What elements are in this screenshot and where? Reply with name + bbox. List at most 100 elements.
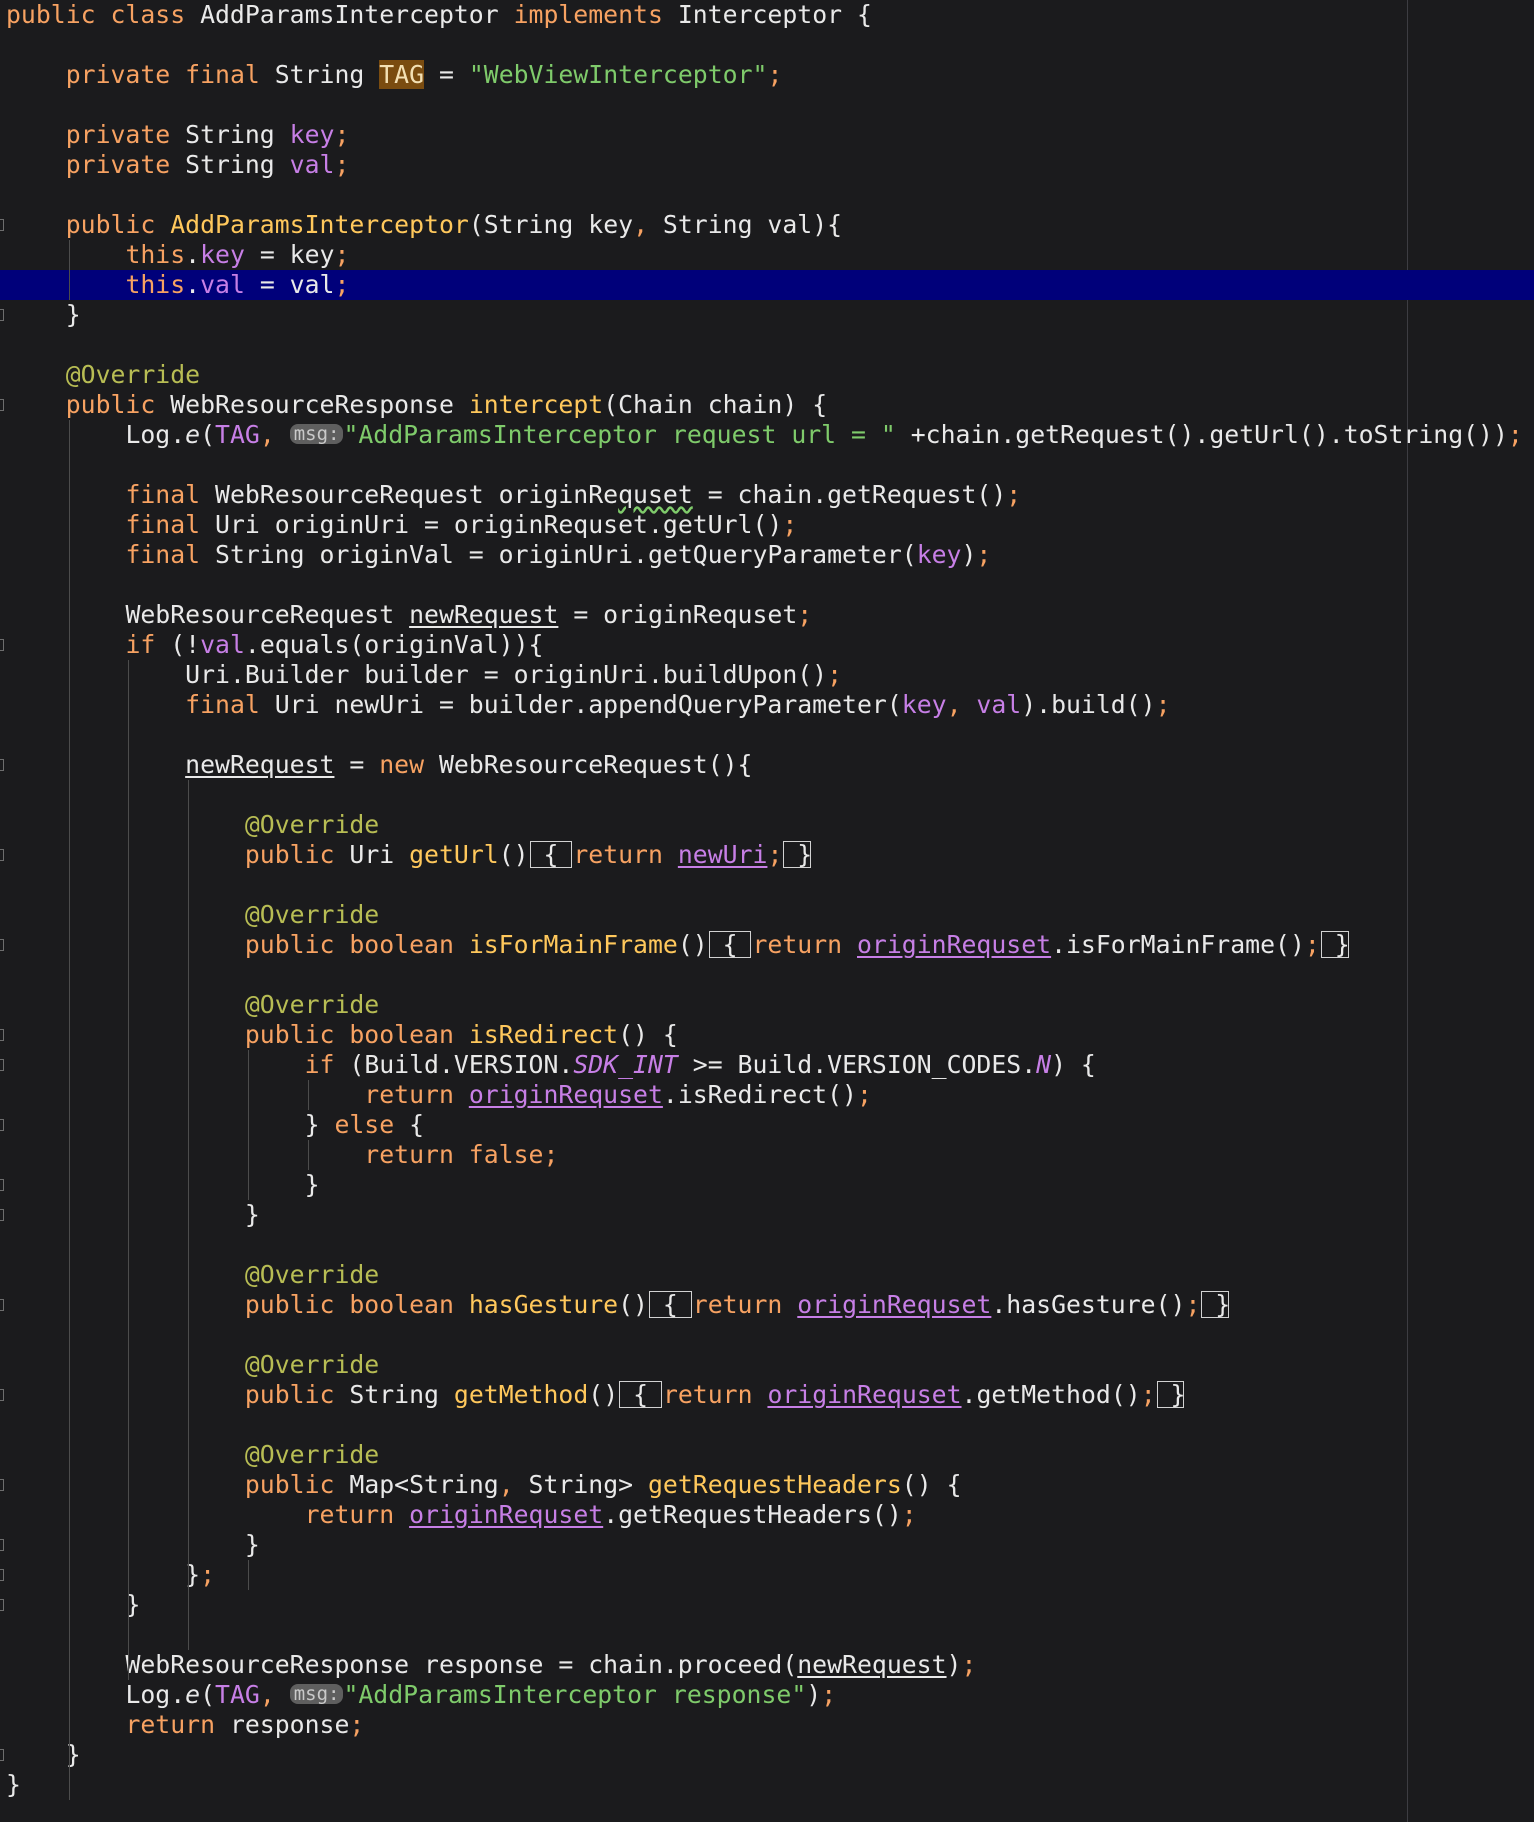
code-line[interactable] (0, 720, 1534, 750)
code-token: Uri (349, 840, 410, 869)
code-line[interactable] (0, 1230, 1534, 1260)
code-line[interactable]: public Map<String, String> getRequestHea… (0, 1470, 1534, 1500)
code-line[interactable]: @Override (0, 1440, 1534, 1470)
fold-marker-icon[interactable] (0, 1029, 4, 1041)
code-line[interactable] (0, 780, 1534, 810)
code-token: WebResourceResponse response = chain.pro… (125, 1650, 798, 1679)
code-token: ; (334, 150, 350, 179)
code-line[interactable] (0, 1410, 1534, 1440)
code-token: Uri.Builder builder = originUri.buildUpo… (185, 660, 828, 689)
code-line[interactable]: } (0, 1200, 1534, 1230)
fold-marker-icon[interactable] (0, 309, 4, 321)
code-token: { (618, 1380, 663, 1409)
fold-marker-icon[interactable] (0, 1119, 4, 1131)
code-line[interactable] (0, 570, 1534, 600)
code-token: String (185, 150, 290, 179)
code-line[interactable]: @Override (0, 900, 1534, 930)
code-line[interactable]: if (Build.VERSION.SDK_INT >= Build.VERSI… (0, 1050, 1534, 1080)
code-line[interactable] (0, 870, 1534, 900)
code-line[interactable]: return originRequset.getRequestHeaders()… (0, 1500, 1534, 1530)
code-line[interactable]: Log.e(TAG, msg: "AddParamsInterceptor req… (0, 420, 1534, 450)
fold-marker-icon[interactable] (0, 1209, 4, 1221)
code-line[interactable]: public boolean hasGesture() { return ori… (0, 1290, 1534, 1320)
code-token: val (289, 150, 335, 179)
code-line[interactable] (0, 1320, 1534, 1350)
fold-marker-icon[interactable] (0, 639, 4, 651)
code-line[interactable]: @Override (0, 1260, 1534, 1290)
code-line[interactable]: } (0, 300, 1534, 330)
fold-marker-icon[interactable] (0, 1749, 4, 1761)
code-line[interactable]: WebResourceRequest newRequest = originRe… (0, 600, 1534, 630)
code-line[interactable]: if (!val.equals(originVal)){ (0, 630, 1534, 660)
code-line[interactable]: } (0, 1590, 1534, 1620)
fold-marker-icon[interactable] (0, 1539, 4, 1551)
code-token: SDK_INT (573, 1050, 678, 1079)
code-editor[interactable]: public class AddParamsInterceptor implem… (0, 0, 1534, 1822)
code-line[interactable]: } (0, 1770, 1534, 1800)
current-line[interactable]: this.val = val; (0, 270, 1534, 300)
code-token: return (304, 1500, 410, 1529)
code-line[interactable]: @Override (0, 360, 1534, 390)
code-token: .getMethod() (961, 1380, 1141, 1409)
code-line[interactable]: @Override (0, 810, 1534, 840)
code-token: } (1200, 1290, 1231, 1319)
fold-marker-icon[interactable] (0, 1479, 4, 1491)
code-line[interactable]: final String originVal = originUri.getQu… (0, 540, 1534, 570)
code-line[interactable]: @Override (0, 990, 1534, 1020)
code-line[interactable] (0, 330, 1534, 360)
code-line[interactable]: public String getMethod() { return origi… (0, 1380, 1534, 1410)
fold-marker-icon[interactable] (0, 1179, 4, 1191)
fold-marker-icon[interactable] (0, 849, 4, 861)
code-line[interactable]: newRequest = new WebResourceRequest(){ (0, 750, 1534, 780)
code-line[interactable]: return response; (0, 1710, 1534, 1740)
code-line[interactable]: public WebResourceResponse intercept(Cha… (0, 390, 1534, 420)
code-line[interactable]: private final String TAG = "WebViewInter… (0, 60, 1534, 90)
code-line[interactable]: public Uri getUrl() { return newUri; } (0, 840, 1534, 870)
fold-marker-icon[interactable] (0, 1569, 4, 1581)
code-line[interactable]: WebResourceResponse response = chain.pro… (0, 1650, 1534, 1680)
code-line[interactable] (0, 30, 1534, 60)
code-line[interactable]: public boolean isForMainFrame() { return… (0, 930, 1534, 960)
code-lines[interactable]: public class AddParamsInterceptor implem… (0, 0, 1534, 1800)
code-line[interactable]: public AddParamsInterceptor(String key, … (0, 210, 1534, 240)
code-line[interactable]: private String val; (0, 150, 1534, 180)
code-line[interactable]: return false; (0, 1140, 1534, 1170)
fold-marker-icon[interactable] (0, 219, 4, 231)
code-token: "AddParamsInterceptor response" (343, 1680, 807, 1709)
code-line[interactable]: @Override (0, 1350, 1534, 1380)
code-line[interactable]: this.key = key; (0, 240, 1534, 270)
code-line[interactable]: }; (0, 1560, 1534, 1590)
code-line[interactable]: final Uri newUri = builder.appendQueryPa… (0, 690, 1534, 720)
code-line[interactable]: final Uri originUri = originRequset.getU… (0, 510, 1534, 540)
code-line[interactable] (0, 180, 1534, 210)
fold-marker-icon[interactable] (0, 1299, 4, 1311)
fold-marker-icon[interactable] (0, 759, 4, 771)
code-line[interactable]: public class AddParamsInterceptor implem… (0, 0, 1534, 30)
code-line[interactable] (0, 1620, 1534, 1650)
fold-marker-icon[interactable] (0, 1599, 4, 1611)
code-line[interactable]: } else { (0, 1110, 1534, 1140)
fold-marker-icon[interactable] (0, 399, 4, 411)
code-line[interactable] (0, 90, 1534, 120)
code-token: Interceptor { (677, 0, 872, 29)
code-line[interactable]: private String key; (0, 120, 1534, 150)
fold-marker-icon[interactable] (0, 1059, 4, 1071)
code-line[interactable]: return originRequset.isRedirect(); (0, 1080, 1534, 1110)
code-line[interactable]: public boolean isRedirect() { (0, 1020, 1534, 1050)
code-line[interactable]: } (0, 1170, 1534, 1200)
code-line[interactable]: Log.e(TAG, msg: "AddParamsInterceptor res… (0, 1680, 1534, 1710)
code-line[interactable]: } (0, 1740, 1534, 1770)
fold-marker-icon[interactable] (0, 939, 4, 951)
code-line[interactable]: } (0, 1530, 1534, 1560)
code-line[interactable]: Uri.Builder builder = originUri.buildUpo… (0, 660, 1534, 690)
code-token: newRequest (185, 750, 335, 779)
code-line[interactable] (0, 450, 1534, 480)
fold-marker-icon[interactable] (0, 1389, 4, 1401)
code-line[interactable] (0, 960, 1534, 990)
code-line[interactable]: final WebResourceRequest originRequset =… (0, 480, 1534, 510)
